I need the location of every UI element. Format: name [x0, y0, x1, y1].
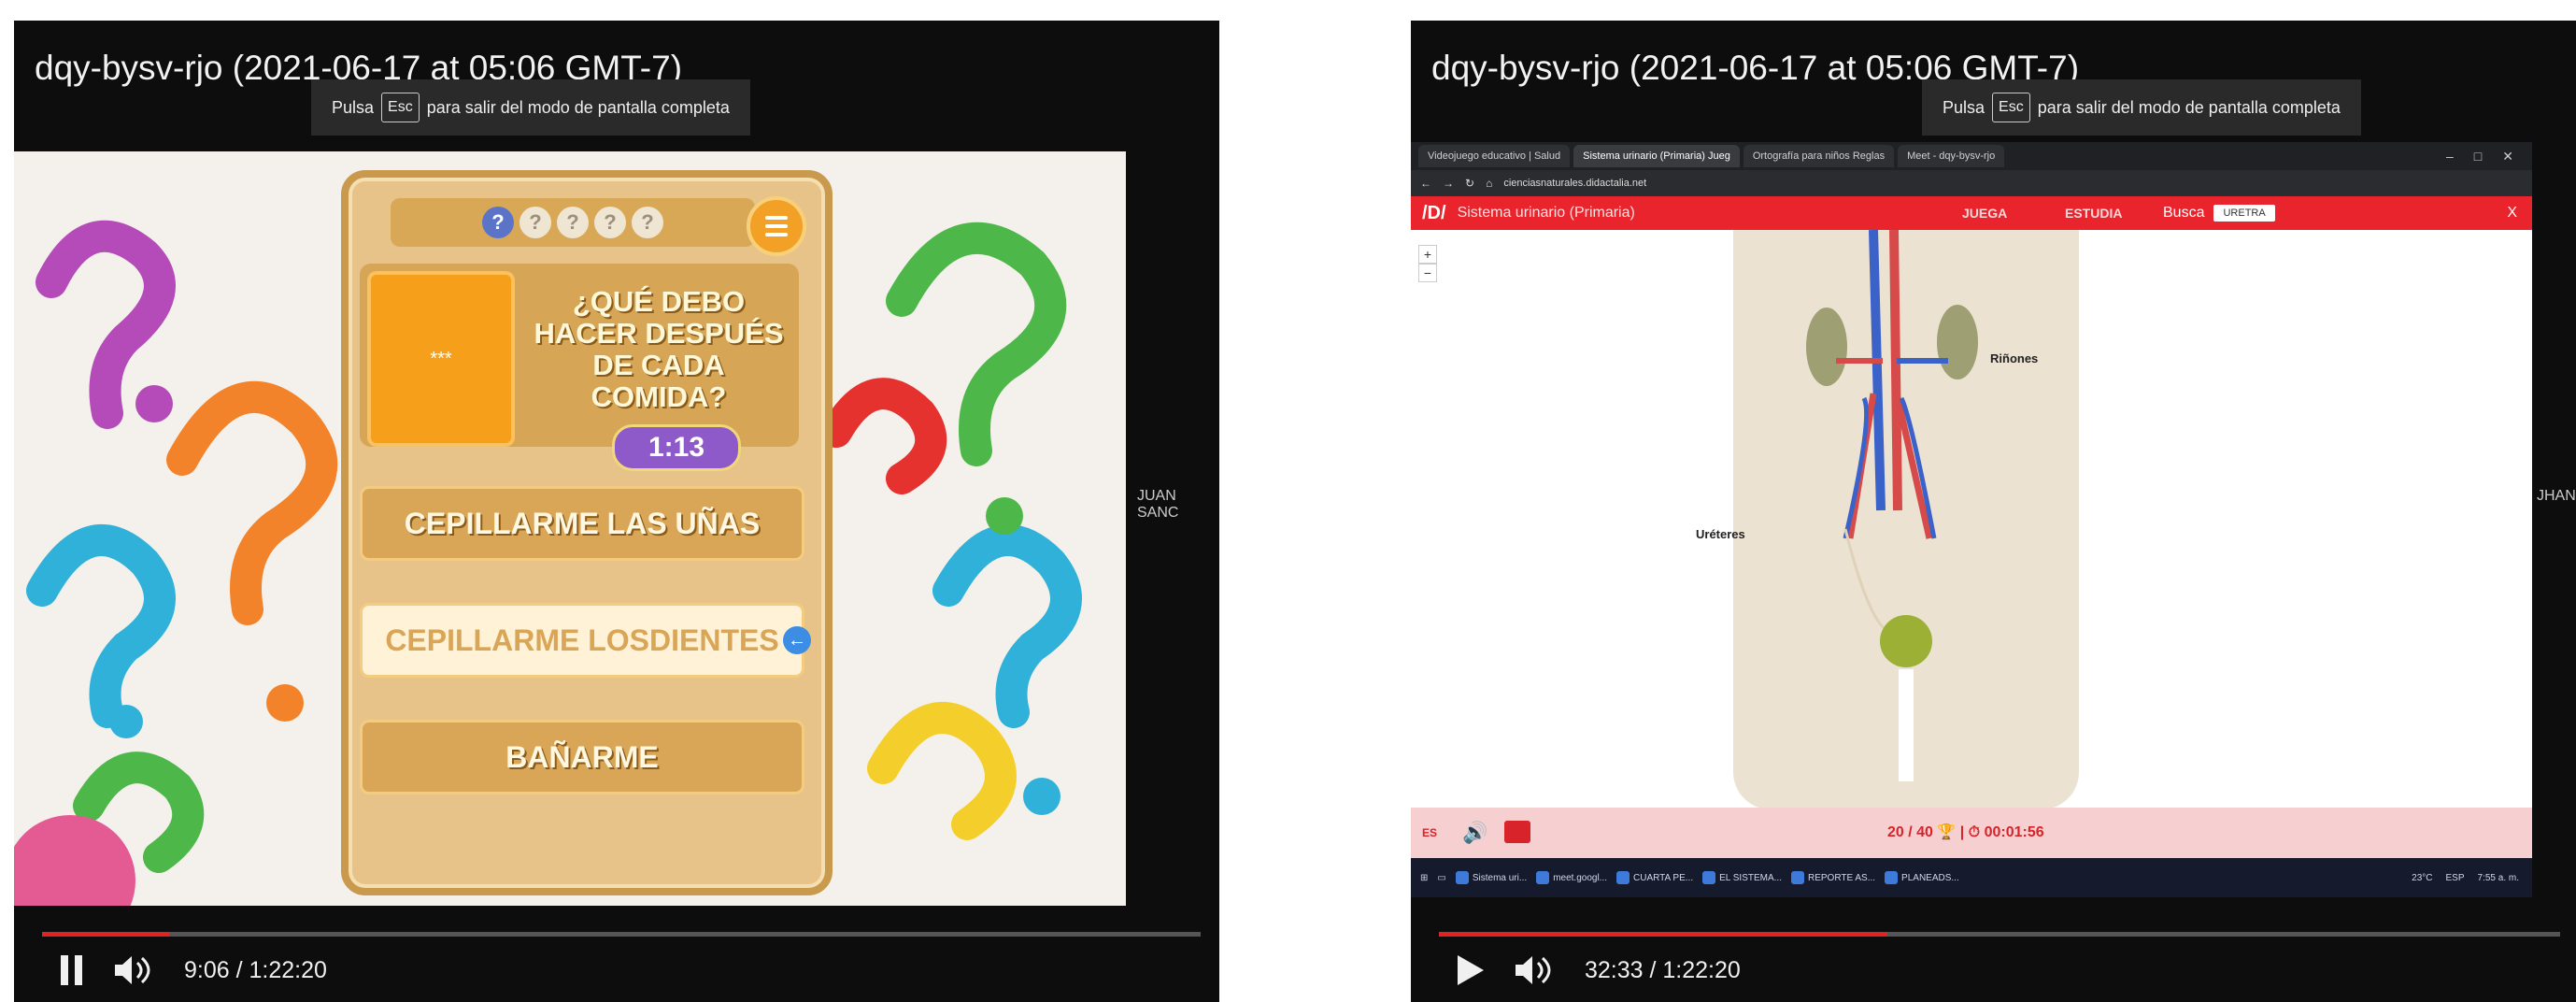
play-icon[interactable] — [1458, 955, 1484, 985]
app-header: /D/ Sistema urinario (Primaria) JUEGA ES… — [1411, 196, 2532, 230]
time-display: 32:33 / 1:22:20 — [1585, 956, 1741, 983]
answer-label: CEPILLARME LOSDIENTES — [385, 623, 779, 657]
close-icon[interactable]: X — [2507, 196, 2517, 230]
maximize-icon[interactable]: □ — [2474, 149, 2482, 165]
player-controls: 9:06 / 1:22:20 — [61, 955, 327, 985]
search-area: Busca URETRA — [2163, 196, 2275, 230]
participant-name: JHAN — [2537, 488, 2576, 504]
question-timer: 1:13 — [612, 424, 741, 471]
language-selector[interactable]: ES — [1422, 826, 1437, 839]
score-value: 20 / 40 — [1887, 824, 1933, 840]
score-display: 20 / 40 🏆 | ⏱ 00:01:56 — [1887, 823, 2044, 841]
trophy-icon: 🏆 | ⏱ — [1937, 824, 1985, 840]
player-controls: 32:33 / 1:22:20 — [1458, 955, 1741, 985]
participant-name: JUAN SANC — [1137, 488, 1179, 521]
question-dot: ? — [519, 207, 551, 238]
browser-window: Videojuego educativo | Salud Sistema uri… — [1411, 142, 2532, 897]
taskbar-item[interactable]: PLANEADS... — [1885, 871, 1959, 884]
game-screen: ? ? ? ? ? *** ¿QUÉ DEBO HACER DESPUÉS DE… — [14, 151, 1126, 906]
progress-bar[interactable] — [1439, 932, 2560, 937]
zoom-in-button[interactable]: + — [1418, 245, 1437, 264]
fullscreen-exit-hint: Pulsa Esc para salir del modo de pantall… — [311, 79, 750, 136]
search-value[interactable]: URETRA — [2213, 205, 2275, 222]
home-icon[interactable]: ⌂ — [1486, 177, 1492, 190]
play-tab[interactable]: JUEGA — [1962, 196, 2007, 230]
windows-taskbar: ⊞ ▭ Sistema uri... meet.googl... CUARTA … — [1411, 858, 2532, 897]
arrow-left-icon: ← — [783, 626, 811, 654]
close-window-icon[interactable]: ✕ — [2502, 149, 2513, 165]
esc-key: Esc — [1992, 93, 2030, 122]
system-tray: 23°C ESP 7:55 a. m. — [2412, 873, 2532, 883]
question-image: *** — [367, 271, 515, 447]
question-text: ¿QUÉ DEBO HACER DESPUÉS DE CADA COMIDA? — [534, 285, 784, 414]
zoom-out-button[interactable]: − — [1418, 264, 1437, 282]
browser-tab[interactable]: Meet - dqy-bysv-rjo — [1898, 145, 2005, 167]
hint-prefix: Pulsa — [1943, 97, 1985, 117]
back-icon[interactable]: ← — [1420, 177, 1431, 190]
taskbar-item[interactable]: CUARTA PE... — [1616, 871, 1693, 884]
question-card: ? ? ? ? ? *** ¿QUÉ DEBO HACER DESPUÉS DE… — [341, 170, 833, 895]
minimize-icon[interactable]: – — [2446, 149, 2454, 165]
answer-option[interactable]: CEPILLARME LAS UÑAS — [360, 486, 804, 561]
taskbar-item[interactable]: REPORTE AS... — [1790, 871, 1875, 884]
clock: 7:55 a. m. — [2477, 872, 2519, 883]
urinary-system-diagram — [1806, 230, 1978, 781]
taskbar-item[interactable]: meet.googl... — [1536, 871, 1607, 884]
answer-option[interactable]: BAÑARME — [360, 720, 804, 794]
body-illustration: Riñones Uréteres — [1696, 230, 2079, 809]
hint-prefix: Pulsa — [332, 97, 375, 117]
subtitles-icon[interactable] — [1504, 821, 1530, 843]
game-status-bar: ES 🔊 20 / 40 🏆 | ⏱ 00:01:56 — [1411, 808, 2532, 858]
file-explorer-icon[interactable]: ▭ — [1437, 873, 1445, 883]
question-progress: ? ? ? ? ? — [391, 198, 755, 247]
study-tab[interactable]: ESTUDIA — [2065, 196, 2122, 230]
pause-icon[interactable] — [61, 955, 83, 985]
address-bar: ← → ↻ ⌂ cienciasnaturales.didactalia.net — [1411, 170, 2532, 196]
temperature: 23°C — [2412, 872, 2433, 883]
browser-tab-active[interactable]: Sistema urinario (Primaria) Jueg — [1573, 145, 1740, 167]
search-label: Busca — [2163, 205, 2205, 221]
question-dot: ? — [594, 207, 626, 238]
progress-fill — [1439, 932, 1887, 937]
fullscreen-exit-hint: Pulsa Esc para salir del modo de pantall… — [1922, 79, 2361, 136]
tab-bar: Videojuego educativo | Salud Sistema uri… — [1411, 142, 2532, 170]
question-dot: ? — [557, 207, 589, 238]
esc-key: Esc — [381, 93, 420, 122]
taskbar-item[interactable]: EL SISTEMA... — [1702, 871, 1782, 884]
browser-tab[interactable]: Ortografía para niños Reglas — [1743, 145, 1895, 167]
forward-icon[interactable]: → — [1443, 177, 1454, 190]
browser-tab[interactable]: Videojuego educativo | Salud — [1418, 145, 1571, 167]
menu-button[interactable] — [747, 196, 806, 256]
elapsed-time: 00:01:56 — [1984, 824, 2044, 840]
window-controls: – □ ✕ — [2446, 149, 2532, 165]
left-video-player: dqy-bysv-rjo (2021-06-17 at 05:06 GMT-7)… — [14, 21, 1219, 1002]
volume-icon[interactable] — [1516, 955, 1553, 985]
start-icon[interactable]: ⊞ — [1420, 873, 1428, 883]
question-dot: ? — [482, 207, 514, 238]
ureters-label: Uréteres — [1696, 527, 1745, 541]
answer-option-selected[interactable]: CEPILLARME LOSDIENTES ← — [360, 603, 811, 678]
time-display: 9:06 / 1:22:20 — [184, 956, 327, 983]
app-title: Sistema urinario (Primaria) — [1457, 205, 1635, 221]
hint-suffix: para salir del modo de pantalla completa — [2037, 97, 2341, 117]
input-language: ESP — [2445, 872, 2465, 883]
sound-icon[interactable]: 🔊 — [1462, 821, 1487, 845]
question-box: *** ¿QUÉ DEBO HACER DESPUÉS DE CADA COMI… — [360, 264, 799, 471]
right-video-player: dqy-bysv-rjo (2021-06-17 at 05:06 GMT-7)… — [1411, 21, 2576, 1002]
kidneys-label: Riñones — [1990, 351, 2039, 365]
taskbar-item[interactable]: Sistema uri... — [1455, 871, 1527, 884]
progress-fill — [42, 932, 170, 937]
question-dot: ? — [632, 207, 663, 238]
hint-suffix: para salir del modo de pantalla completa — [426, 97, 730, 117]
volume-icon[interactable] — [115, 955, 152, 985]
reload-icon[interactable]: ↻ — [1465, 177, 1474, 190]
didactalia-logo[interactable]: /D/ — [1411, 203, 1458, 224]
progress-bar[interactable] — [42, 932, 1201, 937]
url-field[interactable]: cienciasnaturales.didactalia.net — [1503, 178, 1646, 189]
